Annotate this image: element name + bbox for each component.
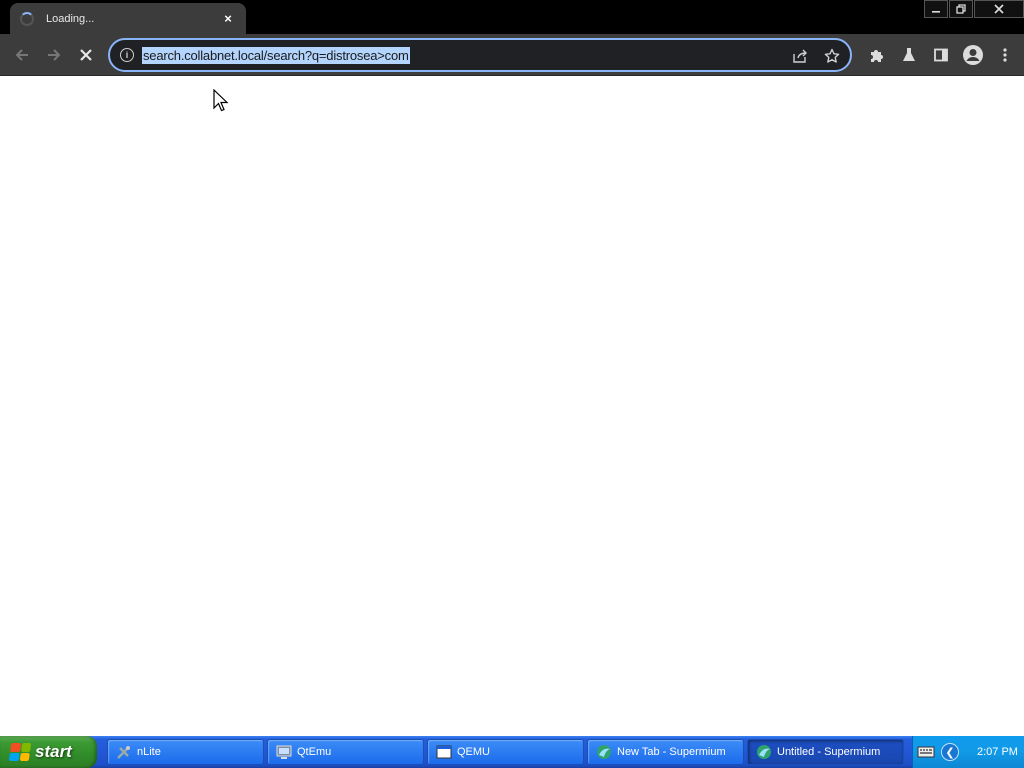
extensions-puzzle-icon <box>871 50 883 62</box>
info-icon[interactable]: i <box>120 48 134 62</box>
qtemu-icon <box>276 745 292 759</box>
share-icon <box>793 49 807 63</box>
menu-kebab-icon <box>1003 48 1007 62</box>
taskbar-item-label: Untitled - Supermium <box>777 746 881 758</box>
side-panel-icon <box>934 48 948 62</box>
tray-expand-icon[interactable]: ❮ <box>941 743 959 761</box>
stop-button[interactable] <box>73 42 99 68</box>
window-controls <box>923 0 1024 18</box>
taskbar-item-qemu[interactable]: QEMU <box>427 739 584 765</box>
start-label: start <box>35 742 72 761</box>
tab-close-icon[interactable]: × <box>220 11 236 27</box>
taskbar-item-label: QtEmu <box>297 746 332 758</box>
tab-title: Loading... <box>46 12 95 25</box>
taskbar-item-new-tab-supermium[interactable]: New Tab - Supermium <box>587 739 744 765</box>
url-text[interactable]: search.collabnet.local/search?q=distrose… <box>142 46 410 64</box>
back-button[interactable] <box>9 42 35 68</box>
system-tray: ❮ 2:07 PM <box>912 736 1024 768</box>
star-icon <box>824 48 840 63</box>
supermium-icon <box>757 745 771 759</box>
minimize-button[interactable] <box>924 0 948 18</box>
address-bar[interactable]: i search.collabnet.local/search?q=distro… <box>108 38 852 72</box>
nlite-icon <box>117 746 130 759</box>
clock[interactable]: 2:07 PM <box>977 746 1018 758</box>
labs-button[interactable] <box>898 44 920 66</box>
loading-spinner-icon <box>20 11 34 26</box>
browser-toolbar: i search.collabnet.local/search?q=distro… <box>0 34 1024 76</box>
mouse-cursor-icon <box>213 89 229 112</box>
minimize-icon <box>932 11 940 13</box>
menu-button[interactable] <box>994 44 1016 66</box>
side-panel-button[interactable] <box>930 44 952 66</box>
close-icon <box>994 4 1004 14</box>
start-button[interactable]: start <box>0 736 97 768</box>
share-button[interactable] <box>790 46 810 66</box>
taskbar-item-label: nLite <box>137 746 161 758</box>
profile-avatar-icon <box>963 45 983 65</box>
restore-icon <box>956 4 966 14</box>
stop-icon <box>80 49 92 61</box>
qemu-window-icon <box>436 745 452 759</box>
page-content[interactable] <box>0 77 1024 736</box>
taskbar-item-untitled-supermium[interactable]: Untitled - Supermium <box>747 739 904 765</box>
restore-button[interactable] <box>949 0 973 18</box>
taskbar-item-label: New Tab - Supermium <box>617 746 726 758</box>
profile-button[interactable] <box>962 44 984 66</box>
supermium-icon <box>597 745 611 759</box>
forward-arrow-icon <box>48 49 61 61</box>
keyboard-icon[interactable] <box>917 745 935 759</box>
taskbar: start nLite QtEmu QEMU New Tab - Supermi… <box>0 736 1024 768</box>
close-window-button[interactable] <box>974 0 1024 18</box>
bookmark-button[interactable] <box>822 46 842 66</box>
back-arrow-icon <box>15 49 28 61</box>
taskbar-item-qtemu[interactable]: QtEmu <box>267 739 424 765</box>
browser-titlebar: Loading... × <box>0 0 1024 34</box>
extensions-button[interactable] <box>866 44 888 66</box>
windows-flag-icon <box>8 743 32 761</box>
taskbar-item-label: QEMU <box>457 746 490 758</box>
browser-tab[interactable]: Loading... × <box>10 3 246 34</box>
taskbar-item-nlite[interactable]: nLite <box>107 739 264 765</box>
forward-button[interactable] <box>41 42 67 68</box>
labs-flask-icon <box>903 48 915 61</box>
